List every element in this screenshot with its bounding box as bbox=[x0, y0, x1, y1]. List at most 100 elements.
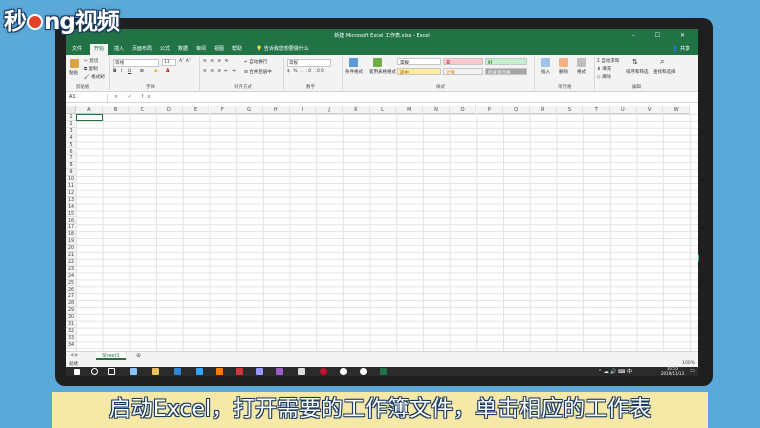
explorer-icon[interactable] bbox=[152, 368, 159, 375]
style-bad[interactable]: 差 bbox=[443, 58, 483, 65]
illustrator-icon[interactable] bbox=[216, 368, 223, 375]
column-header-w[interactable]: W bbox=[663, 106, 691, 114]
column-header-e[interactable]: E bbox=[182, 106, 210, 114]
table-format-icon[interactable] bbox=[373, 58, 382, 67]
column-header-v[interactable]: V bbox=[636, 106, 664, 114]
row-header-4[interactable]: 4 bbox=[66, 134, 76, 142]
paste-label[interactable]: 粘贴 bbox=[69, 70, 78, 76]
cell-gridlines[interactable] bbox=[76, 114, 698, 351]
fill-color-icon[interactable]: ◆ bbox=[154, 69, 157, 74]
sort-filter-button[interactable]: 排序和筛选 bbox=[626, 69, 649, 75]
column-header-t[interactable]: T bbox=[583, 106, 610, 114]
select-all-corner[interactable] bbox=[66, 106, 76, 114]
font-size-select[interactable]: 11 bbox=[162, 59, 176, 66]
sheet-nav-arrows[interactable]: ◀ ▶ bbox=[70, 353, 78, 358]
tab-page-layout[interactable]: 页面布局 bbox=[132, 45, 152, 52]
zoom-level[interactable]: 100% bbox=[682, 361, 695, 366]
worksheet-grid[interactable]: ABCDEFGHIJKLMNOPQRSTUVW 1 2 3 4 5 6 7 8 9 10 11 12 1… bbox=[66, 106, 698, 351]
acrobat-icon[interactable] bbox=[236, 368, 243, 375]
italic-button[interactable]: I bbox=[121, 69, 122, 74]
tab-insert[interactable]: 插入 bbox=[114, 45, 124, 52]
column-header-g[interactable]: G bbox=[236, 106, 263, 114]
font-grow-icon[interactable]: A˄ A˅ bbox=[179, 59, 191, 64]
conditional-format-button[interactable]: 条件格式 bbox=[345, 69, 363, 75]
column-header-i[interactable]: I bbox=[289, 106, 317, 114]
number-format-select[interactable]: 常规 bbox=[287, 59, 331, 67]
edge-icon[interactable] bbox=[174, 368, 181, 375]
clock[interactable]: 16:55 2019/11/13 bbox=[661, 366, 684, 376]
wrap-text-button[interactable]: ↵ 自动换行 bbox=[244, 59, 267, 65]
system-tray-icons[interactable]: ⌃ ☁ 🔊 ⌨ 中 bbox=[598, 368, 632, 375]
find-select-button[interactable]: 查找和选择 bbox=[653, 69, 676, 75]
row-header-12[interactable]: 12 bbox=[66, 189, 76, 197]
task-view-icon[interactable] bbox=[108, 368, 115, 375]
delete-cells-button[interactable]: 删除 bbox=[559, 69, 568, 75]
column-header-h[interactable]: H bbox=[262, 106, 290, 114]
column-header-n[interactable]: N bbox=[423, 106, 450, 114]
column-header-r[interactable]: R bbox=[529, 106, 557, 114]
row-header-3[interactable]: 3 bbox=[66, 127, 76, 135]
row-header-21[interactable]: 21 bbox=[66, 252, 76, 259]
sort-filter-icon[interactable]: ⇅ bbox=[632, 58, 638, 66]
tab-file[interactable]: 文件 bbox=[72, 45, 82, 52]
search-icon[interactable] bbox=[91, 368, 98, 375]
tell-me-search[interactable]: 💡 告诉我您想要做什么 bbox=[256, 45, 309, 52]
notification-icon[interactable]: ▭ bbox=[690, 368, 695, 374]
clear-button[interactable]: ◇ 清除 bbox=[597, 74, 611, 80]
column-header-s[interactable]: S bbox=[556, 106, 584, 114]
column-header-b[interactable]: B bbox=[102, 106, 130, 114]
delete-cells-icon[interactable] bbox=[559, 58, 568, 67]
merge-center-button[interactable]: ⊟ 合并后居中 bbox=[244, 69, 272, 75]
add-sheet-button[interactable]: ⊕ bbox=[136, 352, 141, 359]
row-header-11[interactable]: 11 bbox=[66, 183, 76, 190]
column-header-j[interactable]: J bbox=[316, 106, 343, 114]
app-icon[interactable] bbox=[130, 368, 137, 375]
row-header-28[interactable]: 28 bbox=[66, 300, 76, 308]
column-header-k[interactable]: K bbox=[343, 106, 370, 114]
photoshop-icon[interactable] bbox=[196, 368, 203, 375]
row-header-9[interactable]: 9 bbox=[66, 169, 76, 177]
premiere-icon[interactable] bbox=[256, 368, 263, 375]
style-good[interactable]: 好 bbox=[485, 58, 527, 65]
active-cell-a1[interactable] bbox=[76, 114, 103, 121]
column-header-a[interactable]: A bbox=[76, 106, 103, 114]
font-name-select[interactable]: 等线 bbox=[113, 59, 159, 67]
fill-button[interactable]: ⬇ 填充 bbox=[597, 66, 611, 72]
row-header-7[interactable]: 7 bbox=[66, 155, 76, 163]
column-header-m[interactable]: M bbox=[396, 106, 424, 114]
tab-view[interactable]: 视图 bbox=[214, 45, 224, 52]
column-header-l[interactable]: L bbox=[369, 106, 397, 114]
row-header-10[interactable]: 10 bbox=[66, 176, 76, 183]
row-header-6[interactable]: 6 bbox=[66, 148, 76, 156]
name-box[interactable]: A1 bbox=[68, 94, 108, 102]
table-format-button[interactable]: 套用表格格式 bbox=[369, 69, 396, 75]
chrome-icon[interactable] bbox=[360, 368, 367, 375]
row-header-32[interactable]: 32 bbox=[66, 327, 76, 335]
column-header-p[interactable]: P bbox=[476, 106, 504, 114]
style-neutral[interactable]: 适中 bbox=[397, 68, 441, 75]
format-cells-icon[interactable] bbox=[577, 58, 586, 67]
column-header-q[interactable]: Q bbox=[503, 106, 530, 114]
find-select-icon[interactable]: ⌕ bbox=[660, 57, 664, 67]
row-header-2[interactable]: 2 bbox=[66, 120, 76, 128]
row-header-34[interactable]: 34 bbox=[66, 341, 76, 349]
insert-cells-icon[interactable] bbox=[541, 58, 550, 67]
window-controls[interactable]: – ☐ ✕ bbox=[632, 32, 694, 39]
row-header-26[interactable]: 26 bbox=[66, 286, 76, 294]
app-icon[interactable] bbox=[298, 368, 305, 375]
column-header-u[interactable]: U bbox=[610, 106, 637, 114]
column-header-f[interactable]: F bbox=[209, 106, 237, 114]
row-header-1[interactable]: 1 bbox=[66, 114, 76, 121]
row-header-27[interactable]: 27 bbox=[66, 293, 76, 301]
netease-music-icon[interactable] bbox=[320, 368, 327, 375]
formula-symbols[interactable]: × ✓ fx bbox=[114, 94, 154, 100]
row-header-8[interactable]: 8 bbox=[66, 162, 76, 170]
row-header-5[interactable]: 5 bbox=[66, 141, 76, 149]
tab-help[interactable]: 帮助 bbox=[232, 45, 242, 52]
insert-cells-button[interactable]: 插入 bbox=[541, 69, 550, 75]
row-header-30[interactable]: 30 bbox=[66, 314, 76, 321]
row-header-31[interactable]: 31 bbox=[66, 321, 76, 328]
style-check-cell[interactable]: 检查单元格 bbox=[485, 68, 527, 75]
style-calculation[interactable]: 计算 bbox=[443, 68, 483, 75]
row-header-16[interactable]: 16 bbox=[66, 217, 76, 225]
